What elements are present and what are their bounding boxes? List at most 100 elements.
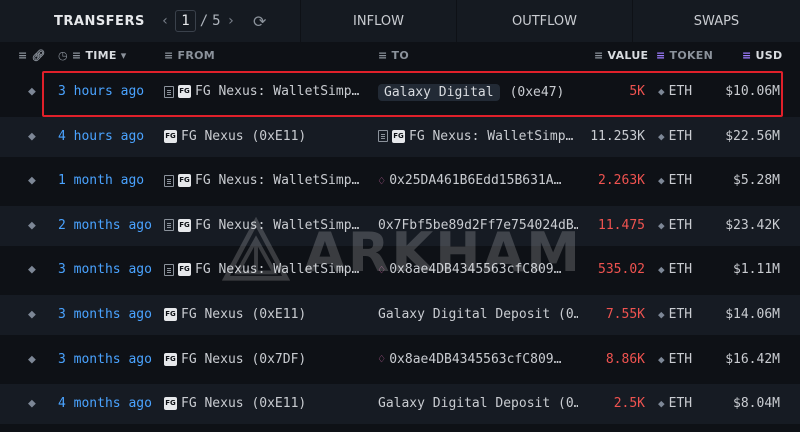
row-from[interactable]: FG FG Nexus (0xE11) bbox=[164, 307, 362, 322]
page-current-input[interactable]: 1 bbox=[175, 10, 196, 32]
row-to[interactable]: ♢ 0x8ae4DB4345563cfC809… bbox=[378, 352, 578, 367]
to-address-suffix: (0xe47) bbox=[509, 85, 565, 100]
header-usd[interactable]: ≡ USD bbox=[742, 49, 782, 62]
header-to[interactable]: ≡ TO bbox=[378, 49, 409, 62]
from-address[interactable]: FG Nexus (0xE11) bbox=[181, 396, 306, 411]
fg-badge-icon: FG bbox=[164, 308, 177, 321]
row-value: 5K bbox=[629, 84, 645, 99]
tab-inflow[interactable]: INFLOW bbox=[300, 0, 456, 42]
entity-pill[interactable]: Galaxy Digital bbox=[378, 84, 500, 101]
row-value: 535.02 bbox=[598, 262, 645, 278]
table-row[interactable]: ◆ 2 months ago FG FG Nexus: WalletSimp… 0… bbox=[0, 205, 800, 246]
row-time-link[interactable]: 1 month ago bbox=[58, 173, 144, 188]
row-token[interactable]: ◆ ETH bbox=[658, 307, 692, 322]
row-to[interactable]: FG FG Nexus: WalletSimp… bbox=[378, 129, 578, 144]
from-address[interactable]: FG Nexus: WalletSimp… bbox=[195, 173, 359, 188]
row-token[interactable]: ◆ ETH bbox=[658, 352, 692, 367]
gem-icon: ♢ bbox=[378, 352, 386, 367]
refresh-icon[interactable]: ⟳ bbox=[253, 12, 266, 31]
row-value: 2.5K bbox=[613, 396, 645, 412]
to-address[interactable]: 0x8ae4DB4345563cfC809… bbox=[389, 352, 561, 367]
table-row[interactable]: ◆ 3 months ago FG FG Nexus (0xE11) Galaxy… bbox=[0, 295, 800, 335]
tab-outflow[interactable]: OUTFLOW bbox=[456, 0, 632, 42]
from-address[interactable]: FG Nexus: WalletSimp… bbox=[195, 262, 359, 277]
row-time-link[interactable]: 4 months ago bbox=[58, 396, 152, 411]
to-address[interactable]: Galaxy Digital Deposit (0… bbox=[378, 307, 578, 322]
row-time-link[interactable]: 3 months ago bbox=[58, 352, 152, 367]
row-token[interactable]: ◆ ETH bbox=[658, 262, 692, 277]
filter-icon[interactable]: ≡ bbox=[594, 49, 604, 62]
fg-badge-icon: FG bbox=[164, 397, 177, 411]
fg-badge-icon: FG bbox=[178, 218, 191, 232]
row-to[interactable]: Galaxy Digital Deposit (0… bbox=[378, 307, 578, 322]
row-usd: $14.06M bbox=[725, 307, 780, 322]
row-token[interactable]: ◆ ETH bbox=[658, 218, 692, 233]
sort-down-icon[interactable]: ▾ bbox=[121, 49, 127, 62]
eth-chain-icon: ◆ bbox=[28, 307, 36, 322]
token-symbol: ETH bbox=[668, 173, 693, 189]
row-to[interactable]: ♢ 0x8ae4DB4345563cfC809… bbox=[378, 262, 578, 277]
table-row[interactable]: ◆ 3 months ago FG FG Nexus (0x7DF) ♢ 0x8ae… bbox=[0, 340, 800, 380]
to-address[interactable]: 0x25DA461B6Edd15B631A… bbox=[389, 173, 561, 188]
row-token[interactable]: ◆ ETH bbox=[658, 84, 692, 99]
token-symbol: ETH bbox=[668, 396, 693, 412]
row-to[interactable]: ♢ 0x25DA461B6Edd15B631A… bbox=[378, 173, 578, 188]
row-time-link[interactable]: 2 months ago bbox=[58, 218, 152, 233]
document-icon bbox=[378, 130, 388, 143]
row-time-link[interactable]: 3 hours ago bbox=[58, 84, 144, 99]
row-time-link[interactable]: 3 months ago bbox=[58, 262, 152, 277]
to-address[interactable]: Galaxy Digital Deposit (0… bbox=[378, 396, 578, 411]
row-from[interactable]: FG FG Nexus: WalletSimp… bbox=[164, 262, 362, 277]
from-address[interactable]: FG Nexus: WalletSimp… bbox=[195, 84, 359, 99]
filter-icon[interactable]: ≡ bbox=[164, 49, 174, 62]
from-address[interactable]: FG Nexus (0xE11) bbox=[181, 129, 306, 144]
to-address[interactable]: 0x7Fbf5be89d2Ff7e754024dB… bbox=[378, 218, 578, 233]
table-row[interactable]: ◆ 3 hours ago FG FG Nexus: WalletSimp… Ga… bbox=[0, 72, 800, 112]
header-token[interactable]: ≡ TOKEN bbox=[656, 49, 713, 62]
header-from[interactable]: ≡ FROM bbox=[164, 49, 215, 62]
table-row[interactable]: ◆ 4 hours ago FG FG Nexus (0xE11) FG FG Ne… bbox=[0, 116, 800, 157]
row-from[interactable]: FG FG Nexus: WalletSimp… bbox=[164, 173, 362, 188]
row-time-link[interactable]: 3 months ago bbox=[58, 307, 152, 322]
token-symbol: ETH bbox=[668, 128, 693, 144]
tab-transfers[interactable]: TRANSFERS ‹ 1 / 5 › ⟳ bbox=[0, 0, 300, 42]
from-address[interactable]: FG Nexus (0x7DF) bbox=[181, 352, 306, 367]
row-to[interactable]: Galaxy Digital Deposit (0… bbox=[378, 396, 578, 411]
to-address[interactable]: FG Nexus: WalletSimp… bbox=[409, 129, 573, 144]
from-address[interactable]: FG Nexus: WalletSimp… bbox=[195, 218, 359, 233]
filter-icon[interactable]: ≡ bbox=[742, 49, 752, 62]
tab-swaps[interactable]: SWAPS bbox=[632, 0, 800, 42]
header-value[interactable]: ≡ VALUE bbox=[594, 49, 648, 62]
table-row[interactable]: ◆ 3 months ago FG FG Nexus: WalletSimp… ♢… bbox=[0, 250, 800, 290]
token-symbol: ETH bbox=[668, 351, 693, 367]
row-usd: $23.42K bbox=[725, 217, 780, 233]
chevron-right-icon[interactable]: › bbox=[225, 13, 237, 29]
table-row[interactable]: ◆ 4 months ago FG FG Nexus (0xE11) Galaxy… bbox=[0, 384, 800, 425]
filter-icon[interactable]: ≡ bbox=[378, 49, 388, 62]
row-time-link[interactable]: 4 hours ago bbox=[58, 129, 144, 144]
row-from[interactable]: FG FG Nexus (0x7DF) bbox=[164, 352, 362, 367]
link-icon[interactable]: 🔗︎ bbox=[32, 49, 46, 62]
row-token[interactable]: ◆ ETH bbox=[658, 129, 692, 144]
row-from[interactable]: FG FG Nexus (0xE11) bbox=[164, 396, 362, 411]
table-row[interactable]: ◆ 1 month ago FG FG Nexus: WalletSimp… ♢ 0… bbox=[0, 161, 800, 201]
header-usd-label: USD bbox=[755, 49, 783, 62]
row-to[interactable]: Galaxy Digital (0xe47) bbox=[378, 84, 578, 101]
eth-chain-icon: ◆ bbox=[28, 173, 36, 189]
from-address[interactable]: FG Nexus (0xE11) bbox=[181, 307, 306, 322]
row-to[interactable]: 0x7Fbf5be89d2Ff7e754024dB… bbox=[378, 218, 578, 233]
row-from[interactable]: FG FG Nexus: WalletSimp… bbox=[164, 84, 362, 99]
row-from[interactable]: FG FG Nexus: WalletSimp… bbox=[164, 218, 362, 233]
table-header: ≡ 🔗︎ ◷ ≡ TIME ▾ ≡ FROM ≡ TO ≡ VALUE ≡ TO… bbox=[0, 42, 800, 70]
page-total: 5 bbox=[212, 13, 221, 29]
row-value: 7.55K bbox=[605, 307, 645, 322]
row-token[interactable]: ◆ ETH bbox=[658, 173, 692, 188]
header-time[interactable]: ◷ ≡ TIME ▾ bbox=[58, 49, 127, 62]
to-address[interactable]: 0x8ae4DB4345563cfC809… bbox=[389, 262, 561, 277]
chevron-left-icon[interactable]: ‹ bbox=[159, 13, 171, 29]
filter-icon[interactable]: ≡ bbox=[72, 49, 82, 62]
row-token[interactable]: ◆ ETH bbox=[658, 396, 692, 411]
row-from[interactable]: FG FG Nexus (0xE11) bbox=[164, 129, 362, 144]
filter-icon[interactable]: ≡ bbox=[656, 49, 666, 62]
filter-icon[interactable]: ≡ bbox=[18, 49, 28, 62]
